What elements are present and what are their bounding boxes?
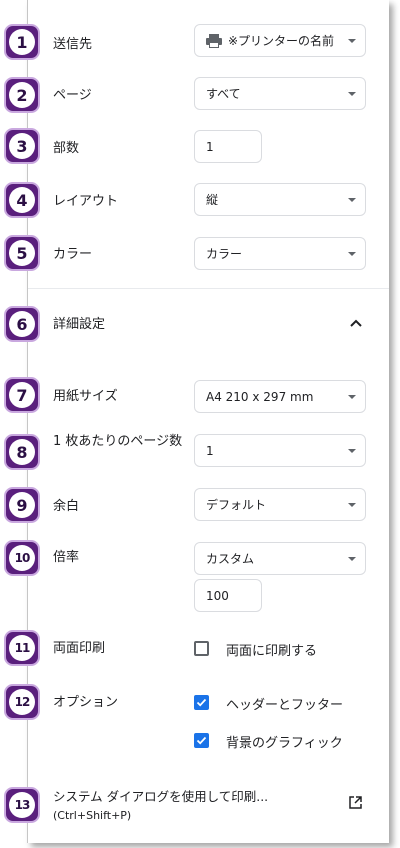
chevron-down-icon — [348, 252, 356, 256]
chevron-down-icon — [348, 395, 356, 399]
step-badge: 12 — [4, 684, 40, 720]
headers-footers-label[interactable]: ヘッダーとフッター — [226, 694, 343, 713]
pages-per-sheet-label: 1 枚あたりのページ数 — [53, 434, 183, 449]
step-number: 7 — [9, 382, 35, 408]
background-graphics-label[interactable]: 背景のグラフィック — [226, 732, 343, 751]
chevron-down-icon — [348, 92, 356, 96]
system-dialog-shortcut: (Ctrl+Shift+P) — [53, 809, 132, 822]
step-badge: 7 — [4, 377, 40, 413]
advanced-settings-toggle[interactable]: 詳細設定 — [28, 307, 389, 341]
scale-value: カスタム — [206, 552, 255, 566]
step-number: 6 — [9, 311, 35, 337]
scale-select[interactable]: カスタム — [194, 542, 366, 575]
step-number: 1 — [9, 29, 35, 55]
step-number: 5 — [9, 240, 35, 266]
check-icon — [196, 736, 207, 745]
layout-label: レイアウト — [53, 194, 119, 209]
paper-size-label: 用紙サイズ — [53, 389, 118, 404]
step-number: 10 — [9, 545, 35, 571]
pages-value: すべて — [206, 87, 241, 101]
step-badge: 9 — [4, 487, 40, 523]
margins-label: 余白 — [53, 499, 80, 514]
print-settings-panel: 送信先 ※プリンターの名前 ページ すべて 部数 1 レイアウト 縦 カラー カ… — [27, 0, 389, 843]
system-dialog-link[interactable]: システム ダイアログを使用して印刷... (Ctrl+Shift+P) — [28, 788, 389, 824]
paper-size-value: A4 210 x 297 mm — [206, 389, 314, 404]
step-badge: 10 — [4, 540, 40, 576]
pages-per-sheet-value: 1 — [206, 443, 214, 458]
pages-select[interactable]: すべて — [194, 77, 366, 110]
chevron-down-icon — [348, 449, 356, 453]
step-badge: 2 — [4, 77, 40, 113]
step-badge: 11 — [4, 630, 40, 666]
step-number: 2 — [9, 82, 35, 108]
step-number: 3 — [9, 133, 35, 159]
step-badge: 8 — [4, 434, 40, 470]
destination-label: 送信先 — [53, 37, 93, 52]
step-number: 12 — [9, 689, 35, 715]
chevron-down-icon — [348, 557, 356, 561]
scale-label: 倍率 — [53, 550, 80, 565]
scale-custom-input[interactable]: 100 — [194, 579, 262, 612]
advanced-settings-label: 詳細設定 — [53, 317, 106, 332]
pages-per-sheet-select[interactable]: 1 — [194, 434, 366, 467]
copies-label: 部数 — [53, 141, 80, 156]
check-icon — [196, 698, 207, 707]
color-value: カラー — [206, 247, 243, 261]
paper-size-select[interactable]: A4 210 x 297 mm — [194, 380, 366, 413]
destination-select[interactable]: ※プリンターの名前 — [194, 24, 366, 57]
step-number: 8 — [9, 439, 35, 465]
pages-label: ページ — [53, 88, 92, 103]
step-number: 4 — [9, 187, 35, 213]
two-sided-checkbox-label[interactable]: 両面に印刷する — [226, 640, 317, 659]
open-in-new-icon — [349, 796, 362, 809]
step-number: 13 — [9, 792, 35, 818]
layout-value: 縦 — [206, 193, 219, 207]
chevron-up-icon — [350, 319, 362, 327]
system-dialog-label: システム ダイアログを使用して印刷... — [53, 789, 269, 804]
color-label: カラー — [53, 247, 93, 262]
chevron-down-icon — [348, 39, 356, 43]
step-badge: 1 — [4, 24, 40, 60]
chevron-down-icon — [348, 503, 356, 507]
step-badge: 3 — [4, 128, 40, 164]
background-graphics-checkbox[interactable] — [194, 733, 209, 748]
color-select[interactable]: カラー — [194, 237, 366, 270]
two-sided-checkbox[interactable] — [194, 641, 209, 656]
two-sided-label: 両面印刷 — [53, 641, 106, 656]
headers-footers-checkbox[interactable] — [194, 695, 209, 710]
step-badge: 13 — [4, 787, 40, 823]
step-badge: 5 — [4, 235, 40, 271]
margins-select[interactable]: デフォルト — [194, 488, 366, 521]
step-number: 9 — [9, 492, 35, 518]
copies-input[interactable]: 1 — [194, 130, 262, 163]
printer-icon — [206, 33, 222, 48]
section-divider — [28, 288, 389, 289]
step-number: 11 — [9, 635, 35, 661]
options-label: オプション — [53, 695, 119, 710]
chevron-down-icon — [348, 198, 356, 202]
step-badge: 6 — [4, 306, 40, 342]
layout-select[interactable]: 縦 — [194, 183, 366, 216]
margins-value: デフォルト — [206, 498, 267, 512]
step-badge: 4 — [4, 182, 40, 218]
destination-value: ※プリンターの名前 — [228, 34, 335, 48]
